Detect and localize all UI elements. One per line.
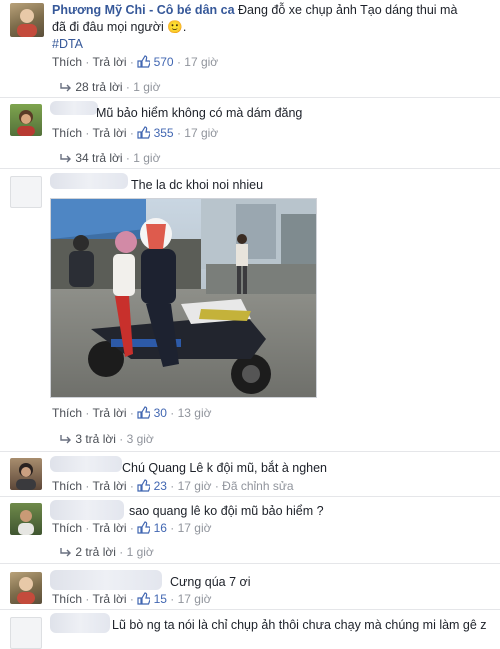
comment5-like-count[interactable]: 15 — [154, 592, 167, 606]
post-time[interactable]: 17 giờ — [184, 55, 218, 69]
thumbs-up-icon — [137, 479, 151, 492]
comment2-replies-count[interactable]: 3 trả lời — [75, 432, 116, 446]
comment1-actions: Thích · Trả lời · 355 · 17 giờ — [52, 126, 219, 140]
comment5-text: Cưng qúa 7 ơi — [170, 575, 251, 589]
comment6-avatar[interactable] — [10, 617, 42, 649]
comment3-avatar[interactable] — [10, 458, 42, 490]
comment2-actions: Thích · Trả lời · 30 · 13 giờ — [52, 406, 212, 420]
comment2-time[interactable]: 13 giờ — [178, 406, 212, 420]
comment5-like-button[interactable]: Thích — [52, 592, 82, 606]
comment4-actions: Thích · Trả lời · 16 · 17 giờ — [52, 521, 212, 535]
reply-arrow-icon — [60, 435, 71, 444]
avatar-photo — [17, 110, 35, 136]
comment2-replies-time: 3 giờ — [126, 432, 154, 446]
comment6-text: Lũ bò ng ta nói là chỉ chụp ảh thôi chưa… — [112, 618, 487, 632]
post-replies-count[interactable]: 28 trả lời — [75, 80, 122, 94]
reply-arrow-icon — [60, 83, 71, 92]
post-reply-button[interactable]: Trả lời — [92, 55, 126, 69]
comment2-like-count[interactable]: 30 — [154, 406, 167, 420]
blurred-name — [50, 173, 128, 189]
hashtag-link[interactable]: #DTA — [52, 37, 83, 51]
comment5-actions: Thích · Trả lời · 15 · 17 giờ — [52, 592, 212, 606]
avatar-photo — [18, 510, 34, 535]
comment1-avatar[interactable] — [10, 104, 42, 136]
reply-arrow-icon — [60, 548, 71, 557]
street-photo — [51, 199, 316, 397]
comment4-replies-count[interactable]: 2 trả lời — [75, 545, 116, 559]
comment3-actions: Thích · Trả lời · 23 · 17 giờ · Đã chỉnh… — [52, 479, 294, 493]
comment3-edited-label[interactable]: Đã chỉnh sửa — [222, 479, 293, 493]
comment4-like-count[interactable]: 16 — [154, 521, 167, 535]
comment2-attached-photo[interactable] — [50, 198, 317, 398]
separator — [0, 609, 500, 610]
comment5-reply-button[interactable]: Trả lời — [92, 592, 126, 606]
thumbs-up-icon — [137, 592, 151, 605]
post-replies-link[interactable]: 28 trả lời · 1 giờ — [60, 80, 160, 94]
post-actions: Thích · Trả lời · 570 · 17 giờ — [52, 55, 219, 69]
comment2-avatar[interactable] — [10, 176, 42, 208]
separator — [0, 563, 500, 564]
comment1-like-count[interactable]: 355 — [154, 126, 174, 140]
blurred-name — [50, 500, 124, 520]
reply-arrow-icon — [60, 154, 71, 163]
comment2-reply-button[interactable]: Trả lời — [92, 406, 126, 420]
comment4-avatar[interactable] — [10, 503, 42, 535]
separator — [0, 97, 500, 98]
avatar-photo — [17, 577, 35, 604]
comment2-like-button[interactable]: Thích — [52, 406, 82, 420]
separator — [0, 168, 500, 169]
post-replies-time: 1 giờ — [133, 80, 161, 94]
blurred-name — [50, 101, 98, 115]
smile-emoji: 🙂 — [167, 20, 183, 34]
comment3-time[interactable]: 17 giờ — [178, 479, 212, 493]
comment3-reply-button[interactable]: Trả lời — [92, 479, 126, 493]
post-author-avatar[interactable] — [10, 3, 44, 37]
comment1-time[interactable]: 17 giờ — [184, 126, 218, 140]
blurred-name — [50, 456, 122, 472]
avatar-photo — [16, 463, 36, 490]
comment1-replies-link[interactable]: 34 trả lời · 1 giờ — [60, 151, 160, 165]
comment1-reply-button[interactable]: Trả lời — [92, 126, 126, 140]
comment1-like-button[interactable]: Thích — [52, 126, 82, 140]
thumbs-up-icon — [137, 521, 151, 534]
comment3-text: Chú Quang Lê k đội mũ, bắt à nghen — [122, 461, 328, 475]
comment4-time[interactable]: 17 giờ — [178, 521, 212, 535]
comment4-reply-button[interactable]: Trả lời — [92, 521, 126, 535]
comment1-text: Mũ bảo hiểm không có mà dám đăng — [96, 106, 303, 120]
post-like-button[interactable]: Thích — [52, 55, 82, 69]
thumbs-up-icon — [137, 126, 151, 139]
comment2-replies-link[interactable]: 3 trả lời · 3 giờ — [60, 432, 154, 446]
comment4-text: sao quang lê ko đội mũ bảo hiểm ? — [129, 504, 324, 518]
post-like-count[interactable]: 570 — [154, 55, 174, 69]
comment1-replies-time: 1 giờ — [133, 151, 161, 165]
comment5-time[interactable]: 17 giờ — [178, 592, 212, 606]
comment3-like-count[interactable]: 23 — [154, 479, 167, 493]
comment4-like-button[interactable]: Thích — [52, 521, 82, 535]
blurred-name — [50, 613, 110, 633]
thumbs-up-icon — [137, 406, 151, 419]
comment2-text: The la dc khoi noi nhieu — [131, 178, 264, 192]
thumbs-up-icon — [137, 55, 151, 68]
post-text-line2: đã đi đâu mọi người — [52, 20, 164, 34]
separator — [0, 496, 500, 497]
avatar-photo — [17, 9, 37, 37]
comment3-like-button[interactable]: Thích — [52, 479, 82, 493]
post-text-line1: Đang đỗ xe chụp ảnh Tạo dáng thui mà — [238, 3, 458, 17]
post-body: Phương Mỹ Chi - Cô bé dân ca Đang đỗ xe … — [52, 3, 458, 51]
comment5-avatar[interactable] — [10, 572, 42, 604]
post-author-name[interactable]: Phương Mỹ Chi - Cô bé dân ca — [52, 3, 235, 17]
comment4-replies-link[interactable]: 2 trả lời · 1 giờ — [60, 545, 154, 559]
separator — [0, 451, 500, 452]
comment4-replies-time: 1 giờ — [126, 545, 154, 559]
comment1-replies-count[interactable]: 34 trả lời — [75, 151, 122, 165]
blurred-name — [50, 570, 162, 590]
